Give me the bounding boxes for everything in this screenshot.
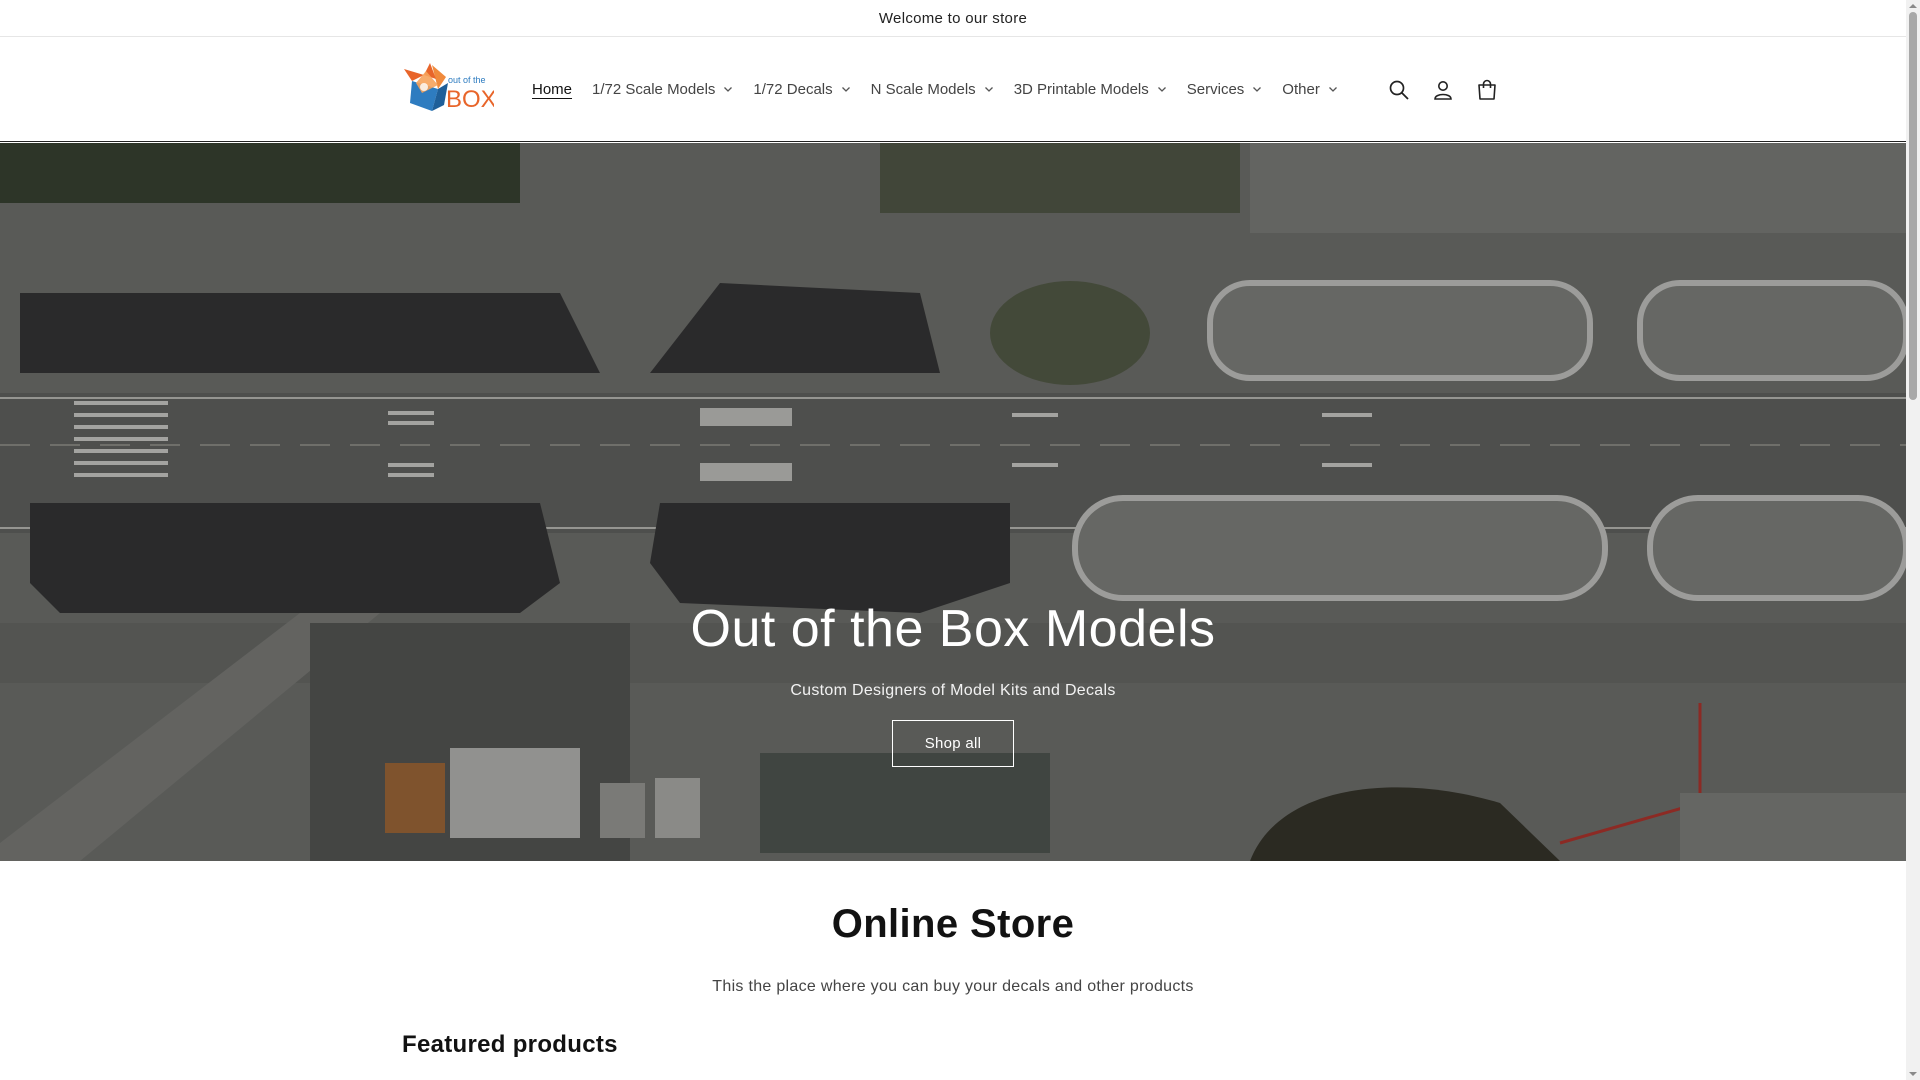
nav-item-services[interactable]: Services (1177, 69, 1273, 109)
scroll-down-arrow-icon[interactable] (1909, 1070, 1917, 1078)
nav-item-other[interactable]: Other (1272, 69, 1348, 109)
nav-item-label: Services (1186, 80, 1245, 98)
announcement-text: Welcome to our store (878, 9, 1028, 27)
nav-item-label: 1/72 Decals (753, 80, 833, 98)
chevron-down-icon (1328, 84, 1338, 94)
header-icons (1386, 37, 1500, 142)
online-store-heading: Online Store (831, 902, 1075, 946)
hero-content: Out of the Box Models Custom Designers o… (0, 598, 1906, 768)
announcement-bar: Welcome to our store (0, 0, 1906, 37)
site-header: out of the BOX Home 1/72 Scale Models 1/… (0, 37, 1906, 142)
cart-icon[interactable] (1474, 77, 1500, 103)
nav-item-label: N Scale Models (870, 80, 976, 98)
nav-item-label: 3D Printable Models (1013, 80, 1149, 98)
scrollbar-thumb[interactable] (1909, 12, 1917, 400)
nav-item-n-scale-models[interactable]: N Scale Models (861, 69, 1004, 109)
main-navigation: Home 1/72 Scale Models 1/72 Decals N Sca… (522, 69, 1348, 109)
nav-item-label: 1/72 Scale Models (592, 80, 716, 98)
shop-all-button[interactable]: Shop all (892, 720, 1014, 768)
chevron-down-icon (723, 84, 733, 94)
chevron-down-icon (984, 84, 994, 94)
nav-item-3d-printable-models[interactable]: 3D Printable Models (1004, 69, 1177, 109)
nav-item-label: Home (532, 80, 573, 98)
search-icon[interactable] (1386, 77, 1412, 103)
chevron-down-icon (1157, 84, 1167, 94)
online-store-description: This the place where you can buy your de… (712, 978, 1194, 995)
nav-item-1-72-decals[interactable]: 1/72 Decals (743, 69, 860, 109)
hero-subtitle: Custom Designers of Model Kits and Decal… (790, 682, 1116, 700)
box-logo-image: out of the BOX (404, 63, 494, 113)
logo-text-top: out of the (448, 75, 486, 85)
page: Welcome to our store out of the BOX Home… (0, 0, 1906, 1080)
nav-item-label: Other (1282, 80, 1320, 98)
chevron-down-icon (1252, 84, 1262, 94)
chevron-down-icon (841, 84, 851, 94)
page-scrollbar[interactable] (1906, 0, 1920, 1080)
hero-title: Out of the Box Models (690, 600, 1216, 658)
featured-products-heading: Featured products (402, 1031, 618, 1058)
scroll-up-arrow-icon[interactable] (1909, 2, 1917, 10)
logo-text-main: BOX (446, 86, 494, 113)
store-logo[interactable]: out of the BOX (402, 59, 494, 119)
hero-banner: Out of the Box Models Custom Designers o… (0, 143, 1906, 861)
nav-item-1-72-scale-models[interactable]: 1/72 Scale Models (582, 69, 743, 109)
account-icon[interactable] (1430, 77, 1456, 103)
nav-item-home[interactable]: Home (522, 69, 582, 109)
